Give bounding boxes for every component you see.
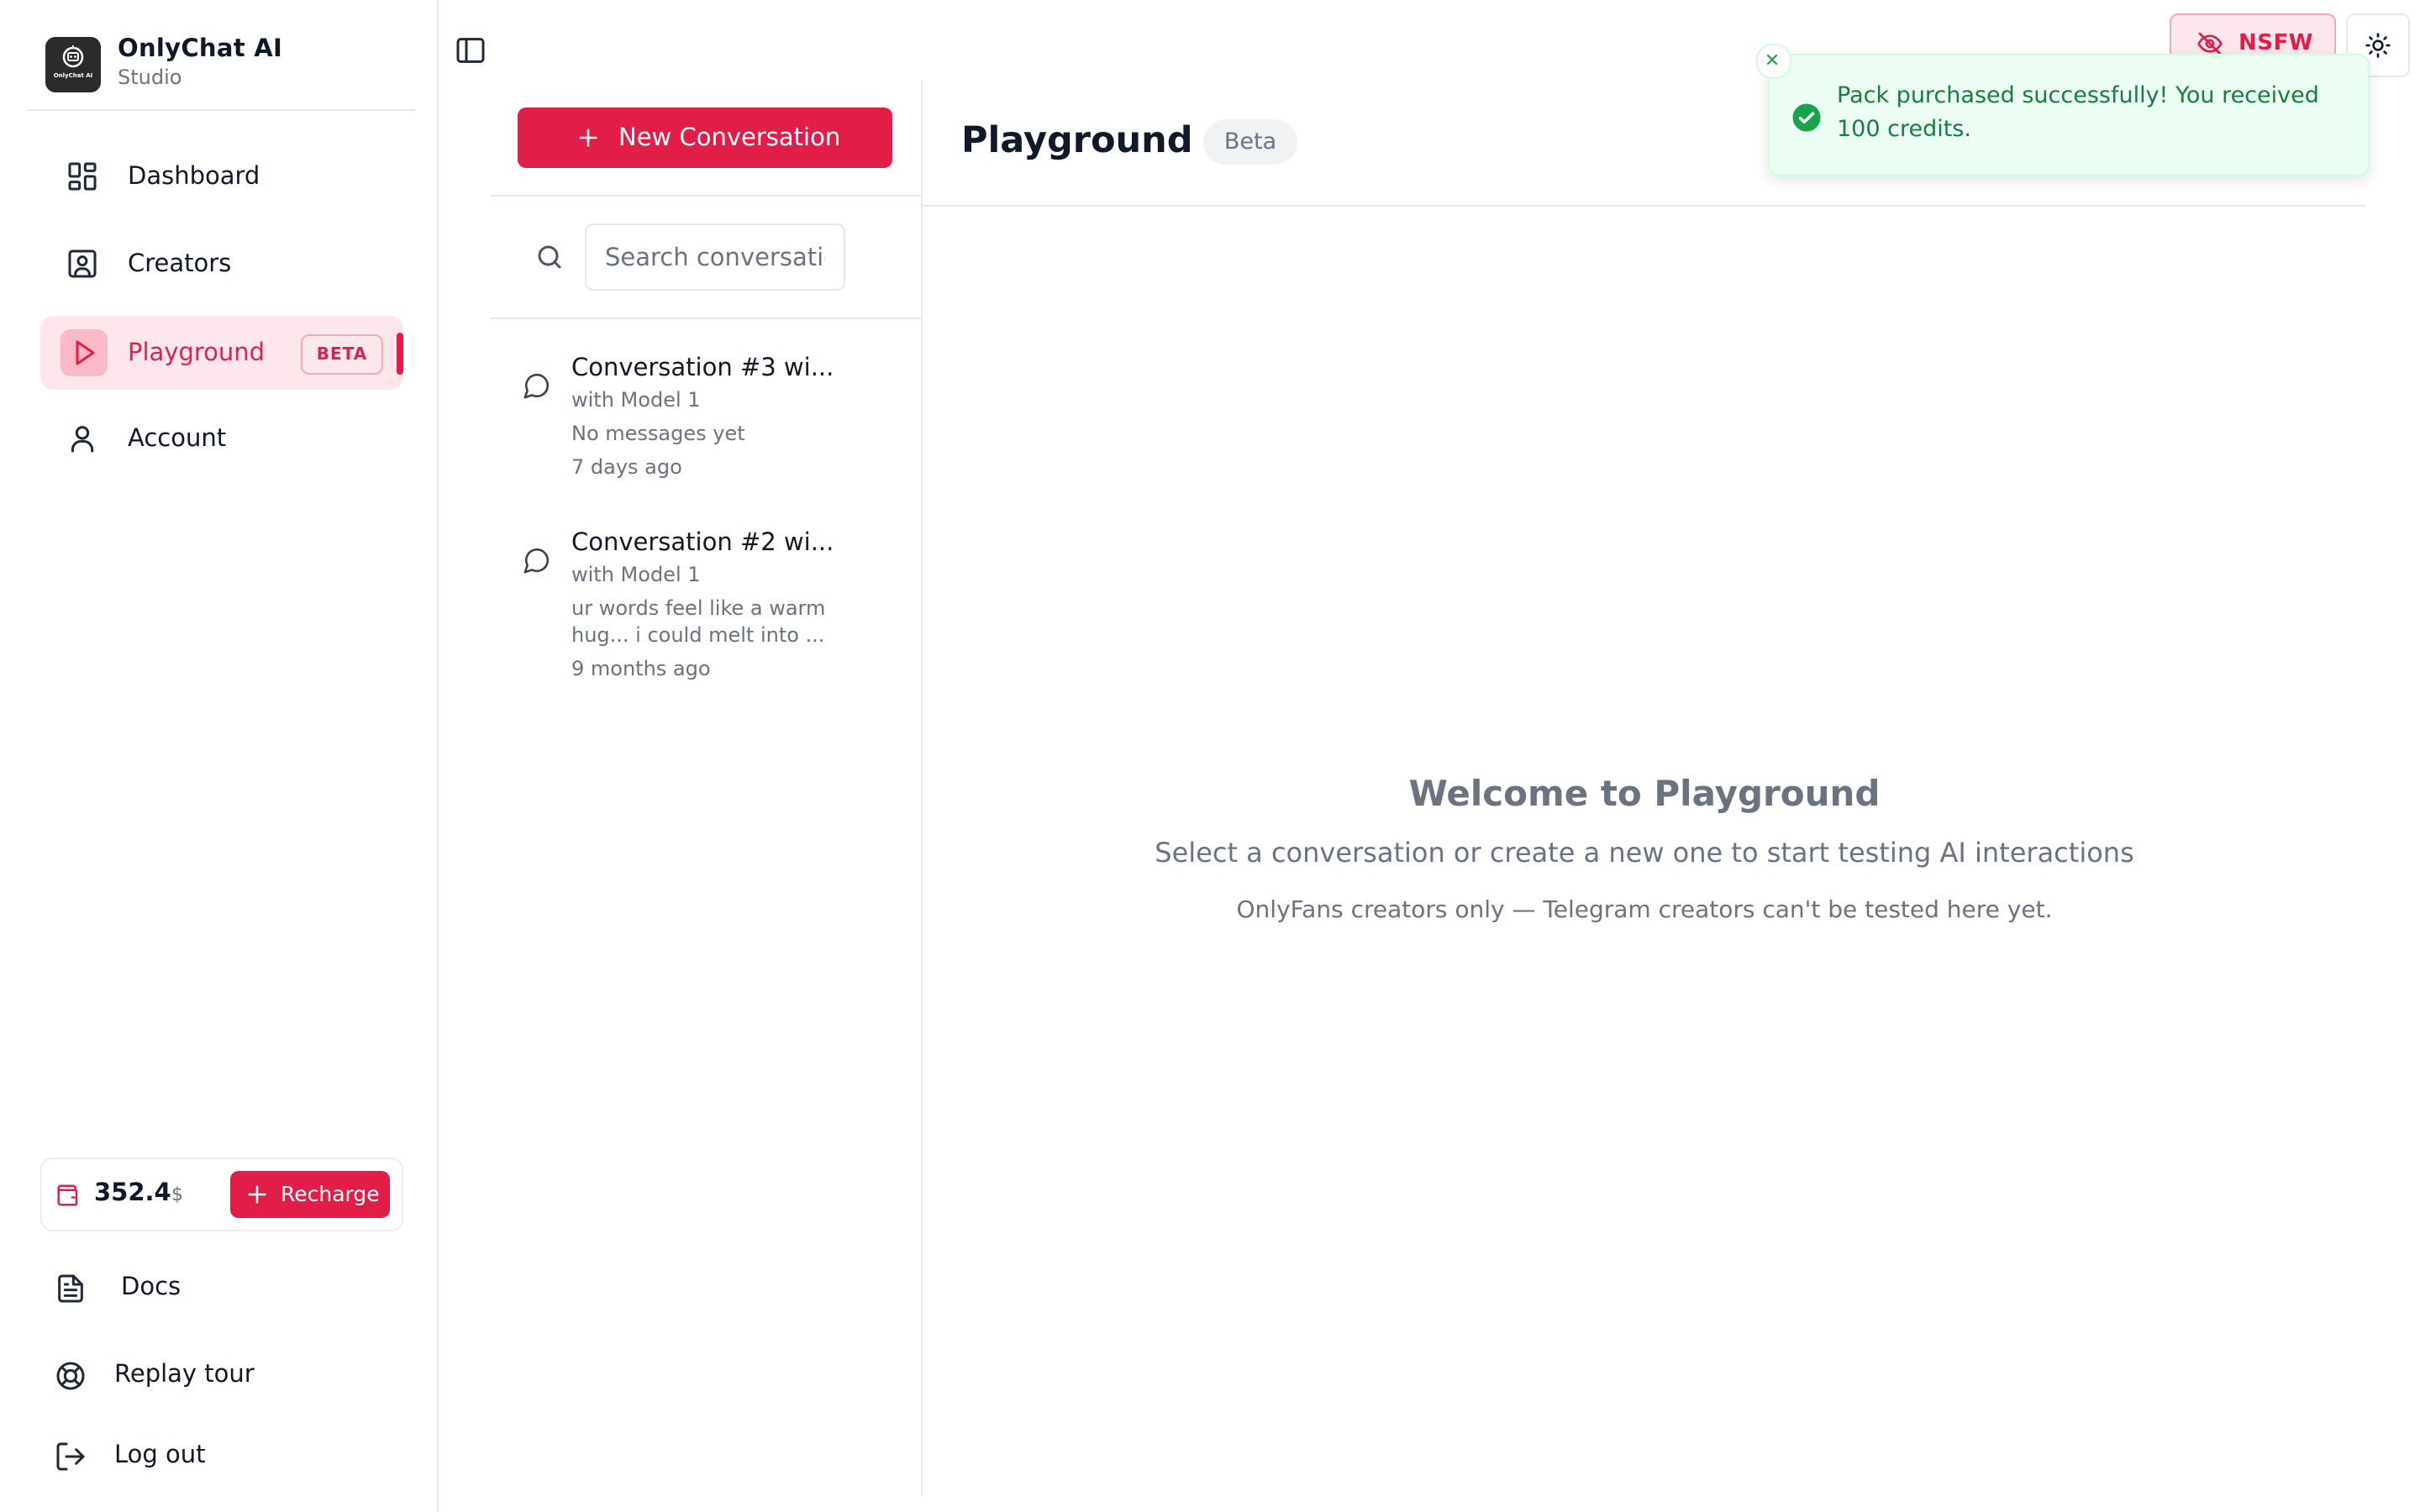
welcome-title: Welcome to Playground: [1408, 773, 1881, 814]
balance-currency: $: [171, 1184, 183, 1205]
sidebar-item-creators[interactable]: Creators: [40, 227, 403, 301]
sidebar-item-account[interactable]: Account: [40, 402, 403, 475]
panel-left-icon: [454, 34, 494, 67]
recharge-label: Recharge: [281, 1182, 380, 1206]
welcome-subtitle: Select a conversation or create a new on…: [1155, 837, 2134, 869]
user-icon: [66, 422, 99, 455]
sidebar-item-docs[interactable]: Docs: [54, 1263, 272, 1314]
sun-icon: [2365, 32, 2391, 59]
app-subtitle: Studio: [118, 66, 182, 89]
message-circle-icon: [523, 371, 551, 400]
sidebar-item-label: Playground: [128, 338, 266, 366]
wallet-card: 352.4 $ Recharge: [40, 1158, 403, 1231]
search-input[interactable]: [585, 223, 845, 291]
welcome-note: OnlyFans creators only — Telegram creato…: [1236, 895, 2053, 923]
divider: [491, 195, 921, 197]
conversation-model: with Model 1: [571, 563, 701, 586]
new-conversation-label: New Conversation: [618, 123, 841, 151]
conversation-title: Conversation #2 wi...: [571, 528, 834, 556]
file-text-icon: [54, 1272, 87, 1305]
toast-message: Pack purchased successfully! You receive…: [1837, 82, 2319, 142]
conversation-title: Conversation #3 wi...: [571, 353, 834, 381]
conversation-preview: No messages yet: [571, 422, 745, 445]
dashboard-icon: [66, 160, 99, 193]
active-indicator: [397, 333, 403, 375]
divider: [923, 205, 2366, 207]
check-circle-icon: [1791, 102, 1822, 133]
close-icon: [1758, 45, 1790, 74]
sidebar-item-log-out[interactable]: Log out: [54, 1431, 272, 1482]
sidebar-item-label: Account: [128, 423, 227, 452]
sidebar-toggle-button[interactable]: [454, 34, 494, 67]
sidebar-item-replay-tour[interactable]: Replay tour: [54, 1351, 306, 1401]
search-icon: [534, 242, 565, 272]
conversation-time: 7 days ago: [571, 455, 682, 479]
lifebuoy-icon: [54, 1359, 87, 1393]
success-toast: Pack purchased successfully! You receive…: [1768, 54, 2370, 176]
user-square-icon: [66, 247, 99, 281]
conversation-time: 9 months ago: [571, 657, 711, 680]
beta-badge: BETA: [301, 334, 383, 375]
nsfw-label: NSFW: [2238, 30, 2313, 55]
app-logo[interactable]: OnlyChat AI: [45, 37, 101, 92]
divider: [27, 109, 415, 111]
sidebar-item-playground[interactable]: Playground BETA: [40, 316, 403, 390]
divider: [491, 318, 921, 319]
sidebar-item-label: Log out: [114, 1440, 206, 1468]
sidebar-item-label: Docs: [121, 1272, 182, 1300]
balance-value: 352.4: [94, 1178, 171, 1206]
page-title: Playground: [961, 119, 1193, 161]
beta-badge: Beta: [1203, 119, 1297, 165]
conversation-panel: [491, 81, 923, 1495]
message-circle-icon: [523, 546, 551, 575]
app-title: OnlyChat AI: [118, 34, 283, 62]
plus-icon: [245, 1183, 269, 1206]
conversation-preview: ur words feel like a warm: [571, 596, 826, 620]
sidebar-item-label: Replay tour: [114, 1359, 255, 1388]
new-conversation-button[interactable]: New Conversation: [518, 108, 892, 168]
play-icon: [60, 329, 108, 376]
conversation-model: with Model 1: [571, 388, 701, 412]
recharge-button[interactable]: Recharge: [230, 1171, 390, 1218]
sidebar-item-label: Dashboard: [128, 161, 260, 190]
conversation-item[interactable]: Conversation #2 wi... with Model 1 ur wo…: [504, 528, 908, 687]
sidebar-item-label: Creators: [128, 249, 232, 277]
log-out-icon: [54, 1440, 87, 1473]
plus-icon: [576, 126, 600, 150]
conversation-item[interactable]: Conversation #3 wi... with Model 1 No me…: [504, 353, 908, 479]
sidebar-item-dashboard[interactable]: Dashboard: [40, 139, 403, 213]
toast-close-button[interactable]: [1756, 44, 1791, 79]
logo-text: OnlyChat AI: [54, 72, 93, 79]
conversation-preview: hug... i could melt into ...: [571, 623, 825, 647]
wallet-icon: [55, 1183, 81, 1208]
